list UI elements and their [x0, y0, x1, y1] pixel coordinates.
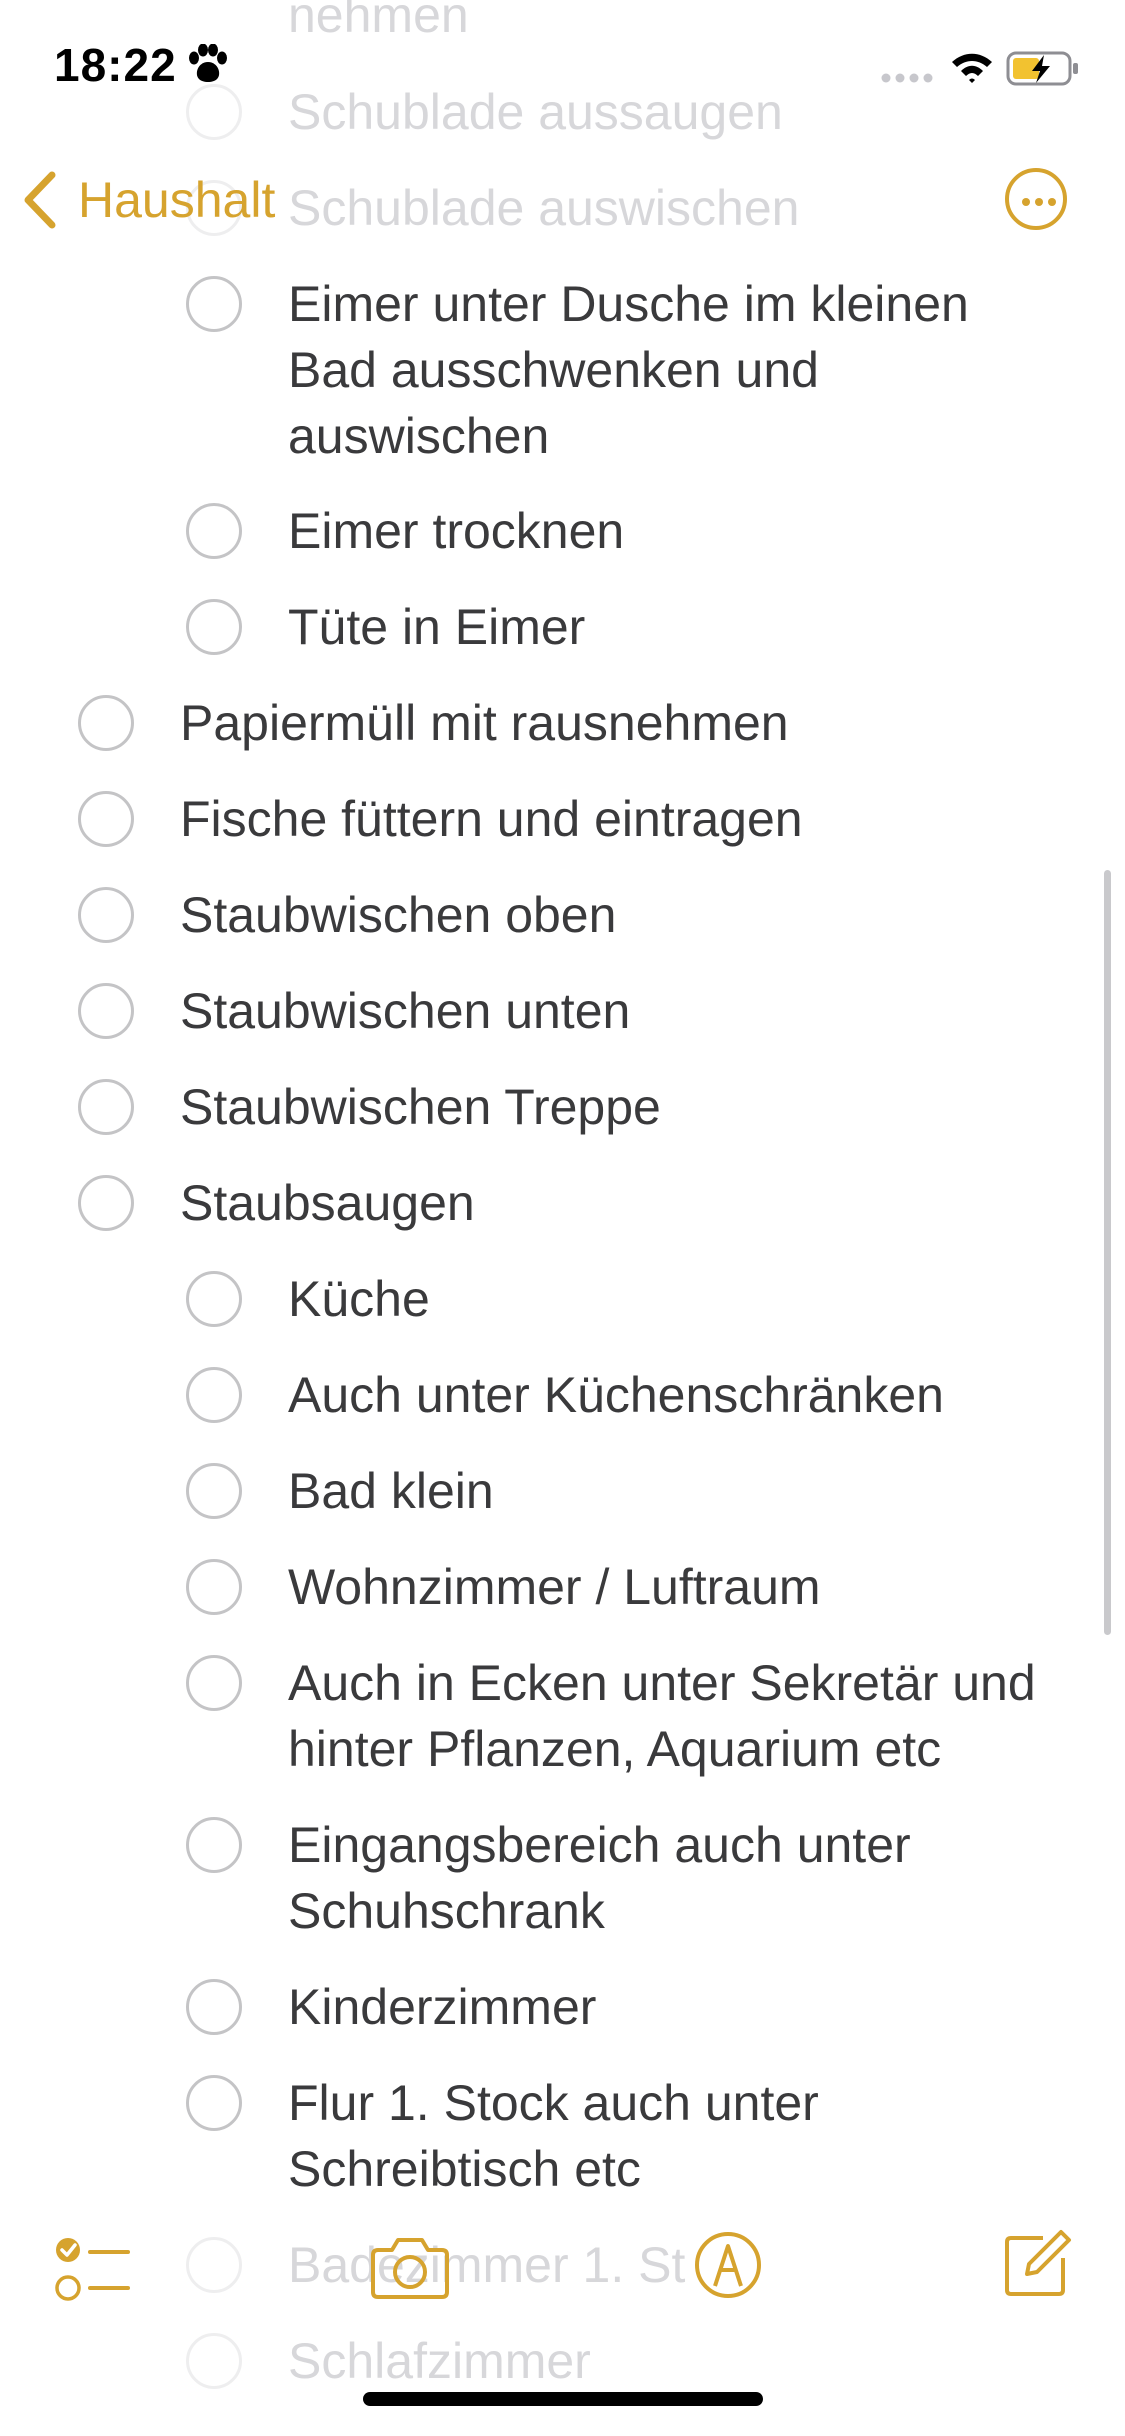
list-item-text: Tüte in Eimer — [288, 599, 586, 655]
more-icon-dot — [1035, 198, 1043, 206]
checklist-icon[interactable] — [54, 2236, 130, 2304]
list-item-text: Staubwischen unten — [180, 983, 631, 1039]
list-item-text: Wohnzimmer / Luftraum — [288, 1559, 821, 1615]
list-item-text: Kinderzimmer — [288, 1979, 597, 2035]
list-item-text: Schuhschrank — [288, 1883, 605, 1939]
checkbox[interactable] — [186, 1271, 242, 1327]
list-item-text: Schreibtisch etc — [288, 2141, 641, 2197]
list-item-text: Auch unter Küchenschränken — [288, 1367, 944, 1423]
list-item-text: hinter Pflanzen, Aquarium etc — [288, 1721, 942, 1777]
compose-icon[interactable] — [1003, 2228, 1073, 2298]
checkbox[interactable] — [186, 503, 242, 559]
list-item-text: Küche — [288, 1271, 430, 1327]
battery-charging-icon — [1006, 51, 1078, 86]
back-button[interactable]: Haushalt — [22, 170, 275, 230]
checkbox[interactable] — [186, 1367, 242, 1423]
list-item-text: Staubwischen Treppe — [180, 1079, 661, 1135]
list-item-text: Flur 1. Stock auch unter — [288, 2075, 819, 2131]
list-item-text: Staubsaugen — [180, 1175, 475, 1231]
paw-icon — [189, 44, 227, 82]
list-item-text: Fische füttern und eintragen — [180, 791, 803, 847]
checkbox[interactable] — [78, 983, 134, 1039]
camera-icon[interactable] — [370, 2234, 450, 2300]
checkbox[interactable] — [186, 2333, 242, 2389]
list-item-text: Eingangsbereich auch unter — [288, 1817, 911, 1873]
more-icon-dot — [1048, 198, 1056, 206]
list-item-text: Bad klein — [288, 1463, 494, 1519]
list-item-text: Staubwischen oben — [180, 887, 617, 943]
list-item-text: Eimer unter Dusche im kleinen — [288, 276, 969, 332]
chevron-left-icon — [24, 171, 56, 229]
checkbox[interactable] — [186, 2075, 242, 2131]
checkbox[interactable] — [78, 695, 134, 751]
markup-pen-icon[interactable] — [693, 2230, 763, 2300]
cellular-signal-icon — [881, 73, 933, 83]
list-item-text: Auch in Ecken unter Sekretär und — [288, 1655, 1036, 1711]
checklist: nehmen Schublade aussaugen Schublade aus… — [0, 0, 1125, 2436]
list-item-text: Papiermüll mit rausnehmen — [180, 695, 789, 751]
checkbox[interactable] — [186, 276, 242, 332]
checkbox[interactable] — [186, 1979, 242, 2035]
checkbox[interactable] — [186, 1559, 242, 1615]
list-item-text: Bad ausschwenken und — [288, 342, 819, 398]
checkbox[interactable] — [186, 1463, 242, 1519]
more-options-button[interactable] — [1005, 168, 1067, 230]
checkbox[interactable] — [78, 887, 134, 943]
list-item-text: Eimer trocknen — [288, 503, 625, 559]
list-item-text: auswischen — [288, 408, 550, 464]
status-bar: 18:22 — [0, 0, 1125, 140]
wifi-icon — [952, 53, 992, 83]
nav-bar: Haushalt — [0, 150, 1125, 250]
scrollbar[interactable] — [1104, 870, 1111, 1635]
home-indicator — [363, 2392, 763, 2406]
more-icon-dot — [1022, 198, 1030, 206]
status-time: 18:22 — [54, 39, 177, 91]
checkbox[interactable] — [186, 1655, 242, 1711]
checkbox[interactable] — [186, 599, 242, 655]
checkbox[interactable] — [78, 1079, 134, 1135]
back-label: Haushalt — [78, 172, 276, 228]
list-item-text: Schlafzimmer — [288, 2333, 591, 2389]
bottom-toolbar — [0, 2210, 1125, 2330]
checkbox[interactable] — [78, 1175, 134, 1231]
checkbox[interactable] — [78, 791, 134, 847]
checkbox[interactable] — [186, 1817, 242, 1873]
